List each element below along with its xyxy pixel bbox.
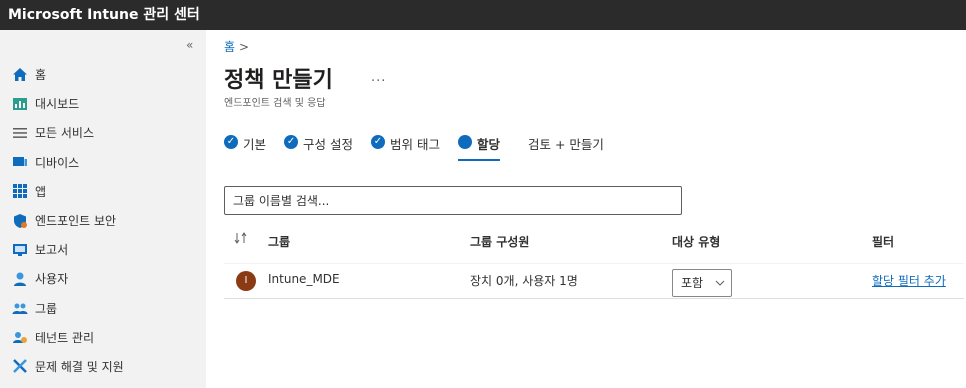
group-members: 장치 0개, 사용자 1명 [470, 274, 578, 288]
sidebar-item-label: 사용자 [35, 272, 69, 287]
more-options-button[interactable]: ... [371, 70, 386, 85]
sidebar-item-home[interactable]: 홈 [0, 60, 206, 89]
target-type-value: 포함 [681, 276, 704, 290]
checkmark-icon: ✓ [284, 135, 299, 149]
sidebar-item-label: 문제 해결 및 지원 [35, 359, 124, 374]
checkmark-icon: ✓ [224, 135, 238, 149]
sidebar-item-label: 엔드포인트 보안 [35, 214, 117, 229]
target-type-select[interactable]: 포함 [672, 269, 732, 297]
add-assignment-filter-link[interactable]: 할당 필터 추가 [872, 272, 946, 289]
chevron-down-icon [715, 270, 725, 305]
checkmark-icon: ✓ [371, 135, 385, 149]
breadcrumb: 홈 > [224, 38, 249, 55]
sidebar-item-groups[interactable]: 그룹 [0, 294, 206, 323]
tab-assignments[interactable]: 할당 [457, 130, 501, 161]
list-icon [12, 125, 28, 141]
table-header: 그룹 그룹 구성원 대상 유형 필터 [224, 232, 964, 257]
tab-label: 구성 설정 [303, 137, 353, 152]
breadcrumb-home-link[interactable]: 홈 [224, 40, 235, 54]
app-title: Microsoft Intune 관리 센터 [8, 7, 200, 23]
tab-label: 할당 [476, 137, 500, 152]
sidebar-item-apps[interactable]: 앱 [0, 177, 206, 206]
collapse-sidebar-button[interactable]: « [186, 38, 193, 52]
sidebar-item-label: 디바이스 [35, 155, 80, 170]
column-header-group[interactable]: 그룹 [268, 233, 290, 250]
home-icon [12, 67, 28, 83]
sidebar-item-label: 보고서 [35, 243, 69, 258]
sidebar-item-label: 홈 [35, 68, 47, 83]
tab-configuration-settings[interactable]: ✓ 구성 설정 [284, 130, 353, 160]
current-step-icon [457, 135, 472, 149]
table-row: I Intune_MDE 장치 0개, 사용자 1명 포함 할당 필터 추가 [224, 263, 964, 299]
group-name: Intune_MDE [268, 272, 340, 286]
sidebar-item-label: 테넌트 관리 [35, 330, 95, 345]
tab-basics[interactable]: ✓ 기본 [224, 130, 266, 160]
sidebar-item-users[interactable]: 사용자 [0, 264, 206, 293]
apps-icon [12, 183, 28, 199]
sidebar-item-label: 모든 서비스 [35, 126, 95, 141]
sidebar-item-endpoint-security[interactable]: 엔드포인트 보안 [0, 206, 206, 235]
group-icon [12, 300, 28, 316]
column-header-filter[interactable]: 필터 [872, 233, 894, 250]
app-title-bar: Microsoft Intune 관리 센터 [0, 0, 966, 30]
user-icon [12, 271, 28, 287]
tab-review-create[interactable]: 검토 + 만들기 [518, 130, 604, 160]
wizard-tabs: ✓ 기본 ✓ 구성 설정 ✓ 범위 태그 할당 검토 + 만들기 [224, 130, 622, 161]
devices-icon [12, 154, 28, 170]
column-header-target-type[interactable]: 대상 유형 [672, 233, 720, 250]
breadcrumb-separator: > [239, 40, 250, 54]
sidebar-item-label: 앱 [35, 184, 47, 199]
tab-label: 기본 [243, 137, 267, 152]
tools-icon [12, 358, 28, 374]
sidebar-item-troubleshooting[interactable]: 문제 해결 및 지원 [0, 352, 206, 381]
tenant-icon [12, 329, 28, 345]
sidebar-item-all-services[interactable]: 모든 서비스 [0, 118, 206, 147]
sidebar-item-dashboard[interactable]: 대시보드 [0, 89, 206, 118]
page-title: 정책 만들기 [224, 68, 333, 93]
sidebar-item-reports[interactable]: 보고서 [0, 235, 206, 264]
shield-icon [12, 213, 28, 229]
sidebar-item-tenant-admin[interactable]: 테넌트 관리 [0, 323, 206, 352]
sidebar-item-label: 그룹 [35, 301, 58, 316]
sidebar: « 홈 대시보드 모든 서비스 디바이스 앱 엔드포인트 보안 보고서 사용자 … [0, 30, 206, 388]
sort-icon[interactable] [234, 232, 248, 247]
avatar: I [236, 271, 256, 291]
dashboard-icon [12, 96, 28, 112]
column-header-members[interactable]: 그룹 구성원 [470, 233, 529, 250]
page-subtitle: 엔드포인트 검색 및 응답 [224, 98, 326, 109]
tab-label: 범위 태그 [390, 137, 440, 152]
reports-icon [12, 242, 28, 258]
sidebar-nav: 홈 대시보드 모든 서비스 디바이스 앱 엔드포인트 보안 보고서 사용자 그룹… [0, 60, 206, 381]
main-content: 홈 > 정책 만들기 ... 엔드포인트 검색 및 응답 ✓ 기본 ✓ 구성 설정… [206, 30, 966, 388]
group-search-input[interactable] [224, 186, 682, 215]
tab-label: 검토 + 만들기 [528, 137, 604, 152]
tab-scope-tags[interactable]: ✓ 범위 태그 [371, 130, 440, 160]
sidebar-item-label: 대시보드 [35, 97, 80, 112]
sidebar-item-devices[interactable]: 디바이스 [0, 148, 206, 177]
